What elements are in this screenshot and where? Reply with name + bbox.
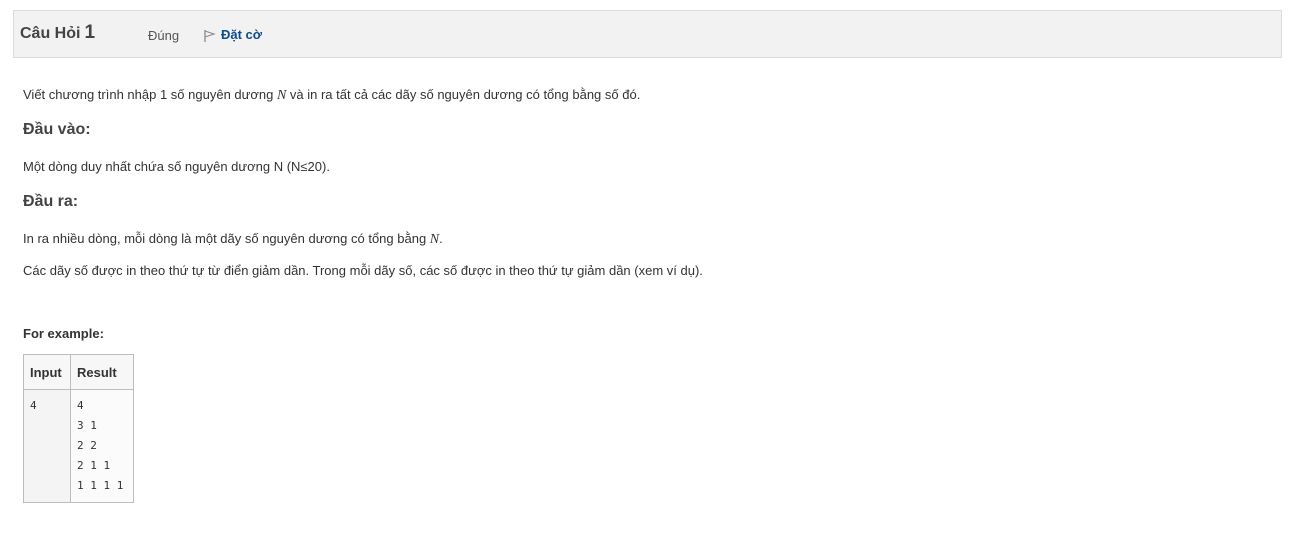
output-description-text-end: . (439, 231, 443, 246)
header-result: Result (70, 354, 134, 390)
example-result: 4 3 1 2 2 2 1 1 1 1 1 1 (77, 399, 124, 492)
input-heading: Đầu vào: (23, 121, 91, 138)
question-label: Câu Hỏi (20, 25, 81, 42)
question-state: Đúng (148, 28, 180, 43)
output-description: In ra nhiều dòng, mỗi dòng là một dãy số… (23, 230, 443, 249)
flag-outline-icon (203, 26, 221, 43)
for-example-label: For example: (23, 326, 104, 341)
example-result-cell: 4 3 1 2 2 2 1 1 1 1 1 1 (70, 389, 134, 503)
question-header: Câu Hỏi 1 Đúng Đặt cờ (13, 10, 1282, 58)
flag-question-label: Đặt cờ (221, 27, 263, 42)
flag-question-button[interactable]: Đặt cờ (203, 26, 262, 43)
problem-intro-text-end: và in ra tất cả các dãy số nguyên dương … (286, 87, 641, 102)
math-variable-n: N (276, 88, 287, 103)
problem-intro: Viết chương trình nhập 1 số nguyên dương… (23, 86, 640, 105)
examples-header-row: Input Result (23, 354, 134, 390)
example-input: 4 (30, 399, 37, 412)
examples-table: Input Result 4 4 3 1 2 2 2 1 1 1 1 1 1 (23, 354, 134, 503)
question-number-label: Câu Hỏi 1 (20, 22, 95, 44)
order-description: Các dãy số được in theo thứ tự từ điển g… (23, 263, 703, 278)
table-row: 4 4 3 1 2 2 2 1 1 1 1 1 1 (23, 389, 134, 503)
output-description-text: In ra nhiều dòng, mỗi dòng là một dãy số… (23, 231, 430, 246)
math-variable-n-output: N (429, 232, 440, 247)
problem-intro-text: Viết chương trình nhập 1 số nguyên dương (23, 87, 277, 102)
header-input: Input (23, 354, 71, 390)
example-input-cell: 4 (23, 389, 71, 503)
input-description: Một dòng duy nhất chứa số nguyên dương N… (23, 159, 330, 174)
question-number: 1 (84, 22, 96, 43)
output-heading: Đầu ra: (23, 193, 79, 210)
